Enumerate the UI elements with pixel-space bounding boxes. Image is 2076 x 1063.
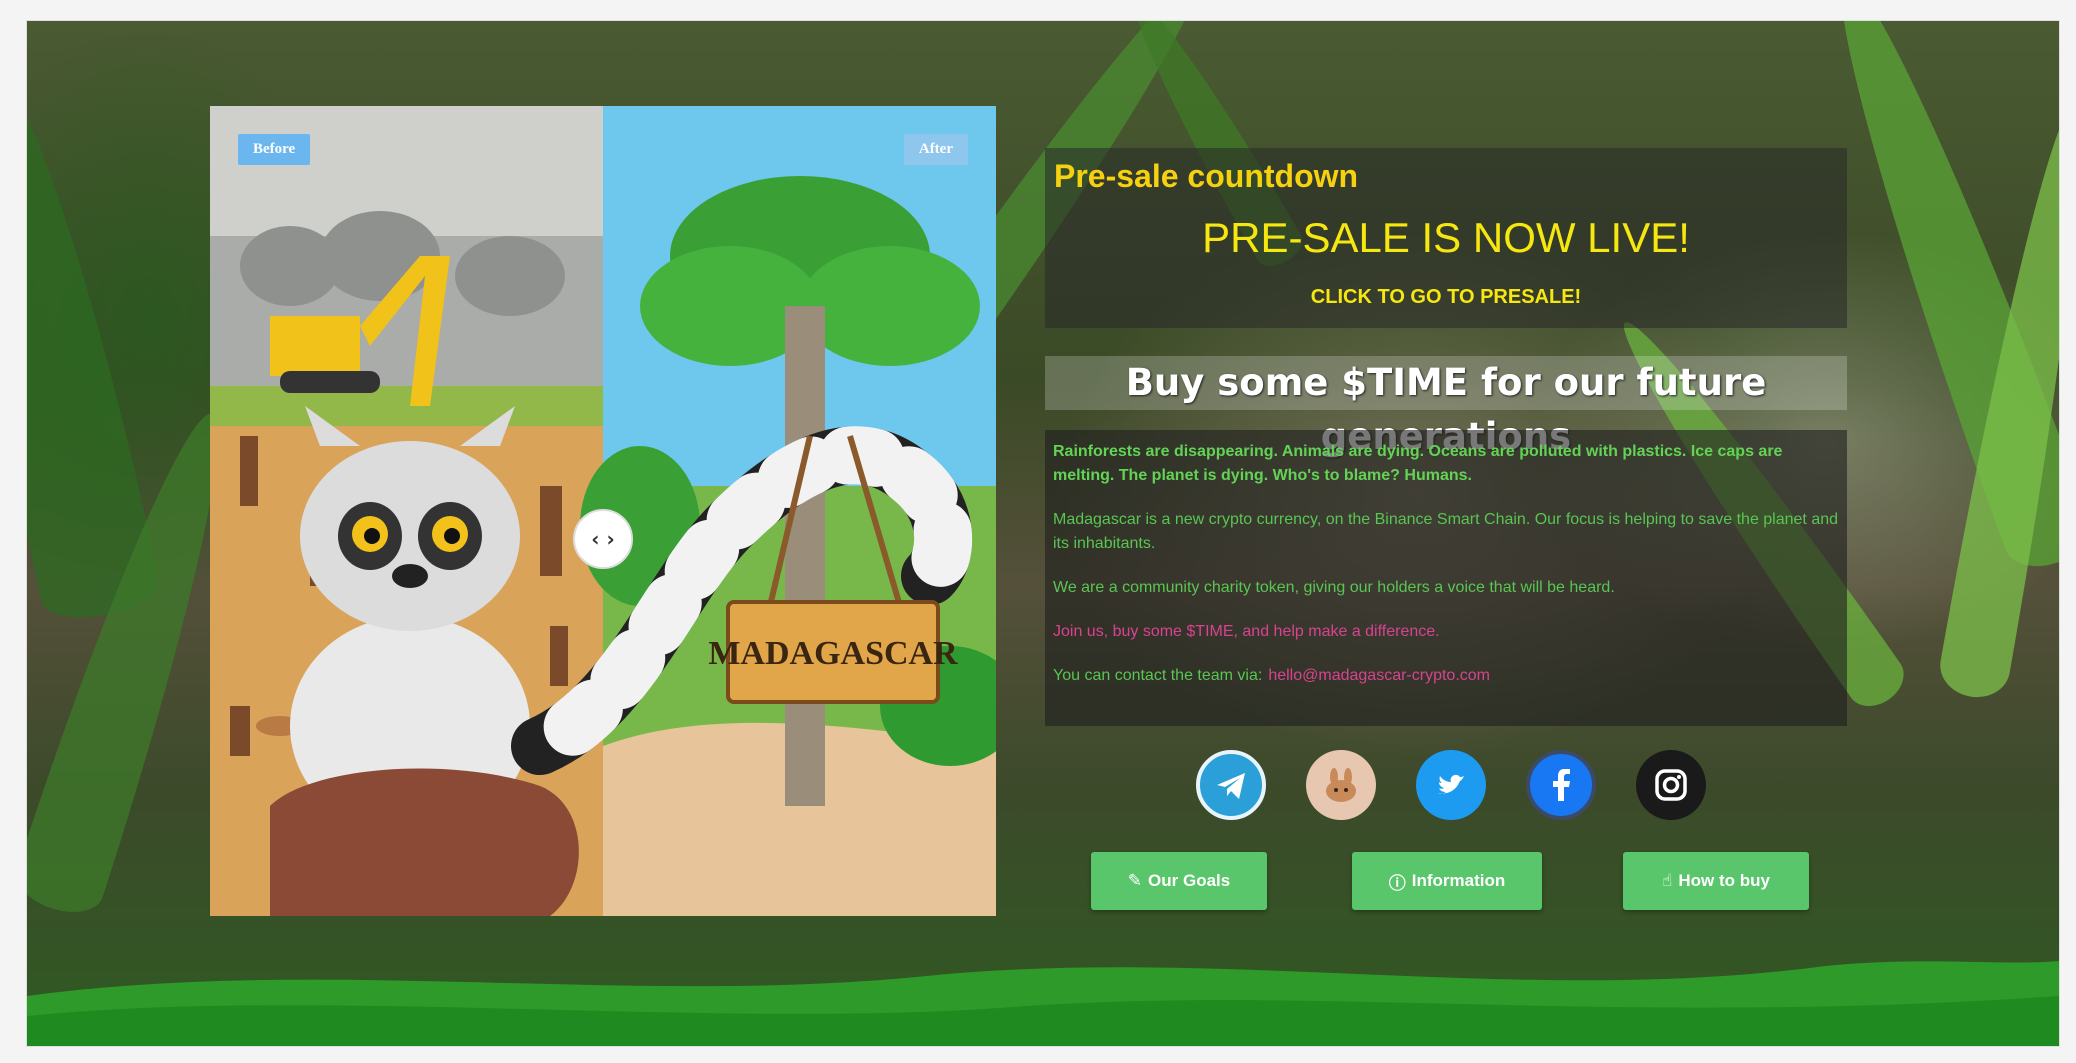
information-button[interactable]: ⓘ Information (1352, 852, 1542, 910)
contact-label: You can contact the team via: (1053, 667, 1263, 684)
description-paragraph: We are a community charity token, giving… (1053, 579, 1615, 596)
info-icon: ⓘ (1388, 873, 1406, 894)
after-label: After (903, 134, 968, 165)
contact-email-link[interactable]: hello@madagascar-crypto.com (1268, 667, 1490, 684)
grass-wave (27, 961, 2059, 1046)
instagram-icon[interactable] (1636, 750, 1706, 820)
checklist-icon: ✎ (1127, 871, 1143, 891)
how-to-buy-button[interactable]: ☝ How to buy (1623, 852, 1809, 910)
our-goals-button[interactable]: ✎ Our Goals (1091, 852, 1267, 910)
hand-icon: ☝ (1662, 871, 1673, 891)
presale-countdown-panel: Pre-sale countdown PRE-SALE IS NOW LIVE!… (1045, 148, 1847, 328)
presale-status: PRE-SALE IS NOW LIVE! (1202, 214, 1690, 261)
button-label: Our Goals (1148, 871, 1231, 890)
description-paragraph: Madagascar is a new crypto currency, on … (1053, 511, 1839, 552)
description-panel: Rainforests are disappearing. Animals ar… (1045, 430, 1847, 726)
buy-time-heading: Buy some $TIME for our future generation… (1045, 356, 1847, 458)
before-label: Before (238, 134, 311, 165)
social-links (1196, 750, 1716, 822)
description-paragraph: Join us, buy some $TIME, and help make a… (1053, 623, 1440, 640)
sign-text: MADAGASCAR (708, 635, 958, 672)
presale-link[interactable]: CLICK TO GO TO PRESALE! (1045, 286, 1847, 309)
slider-handle[interactable]: ‹ › (573, 509, 633, 569)
telegram-icon[interactable] (1196, 750, 1266, 820)
button-label: How to buy (1678, 871, 1770, 890)
description-paragraph: Rainforests are disappearing. Animals ar… (1053, 443, 1783, 484)
before-after-image[interactable]: MADAGASCAR Before After ‹ › (210, 106, 996, 916)
twitter-icon[interactable] (1416, 750, 1486, 820)
facebook-icon[interactable] (1526, 750, 1596, 820)
button-label: Information (1411, 871, 1506, 890)
pancakeswap-icon[interactable] (1306, 750, 1376, 820)
chevrons-icon: ‹ › (591, 527, 615, 551)
contact-line: You can contact the team via: hello@madag… (1053, 664, 1839, 688)
countdown-title: Pre-sale countdown (1054, 158, 1359, 194)
